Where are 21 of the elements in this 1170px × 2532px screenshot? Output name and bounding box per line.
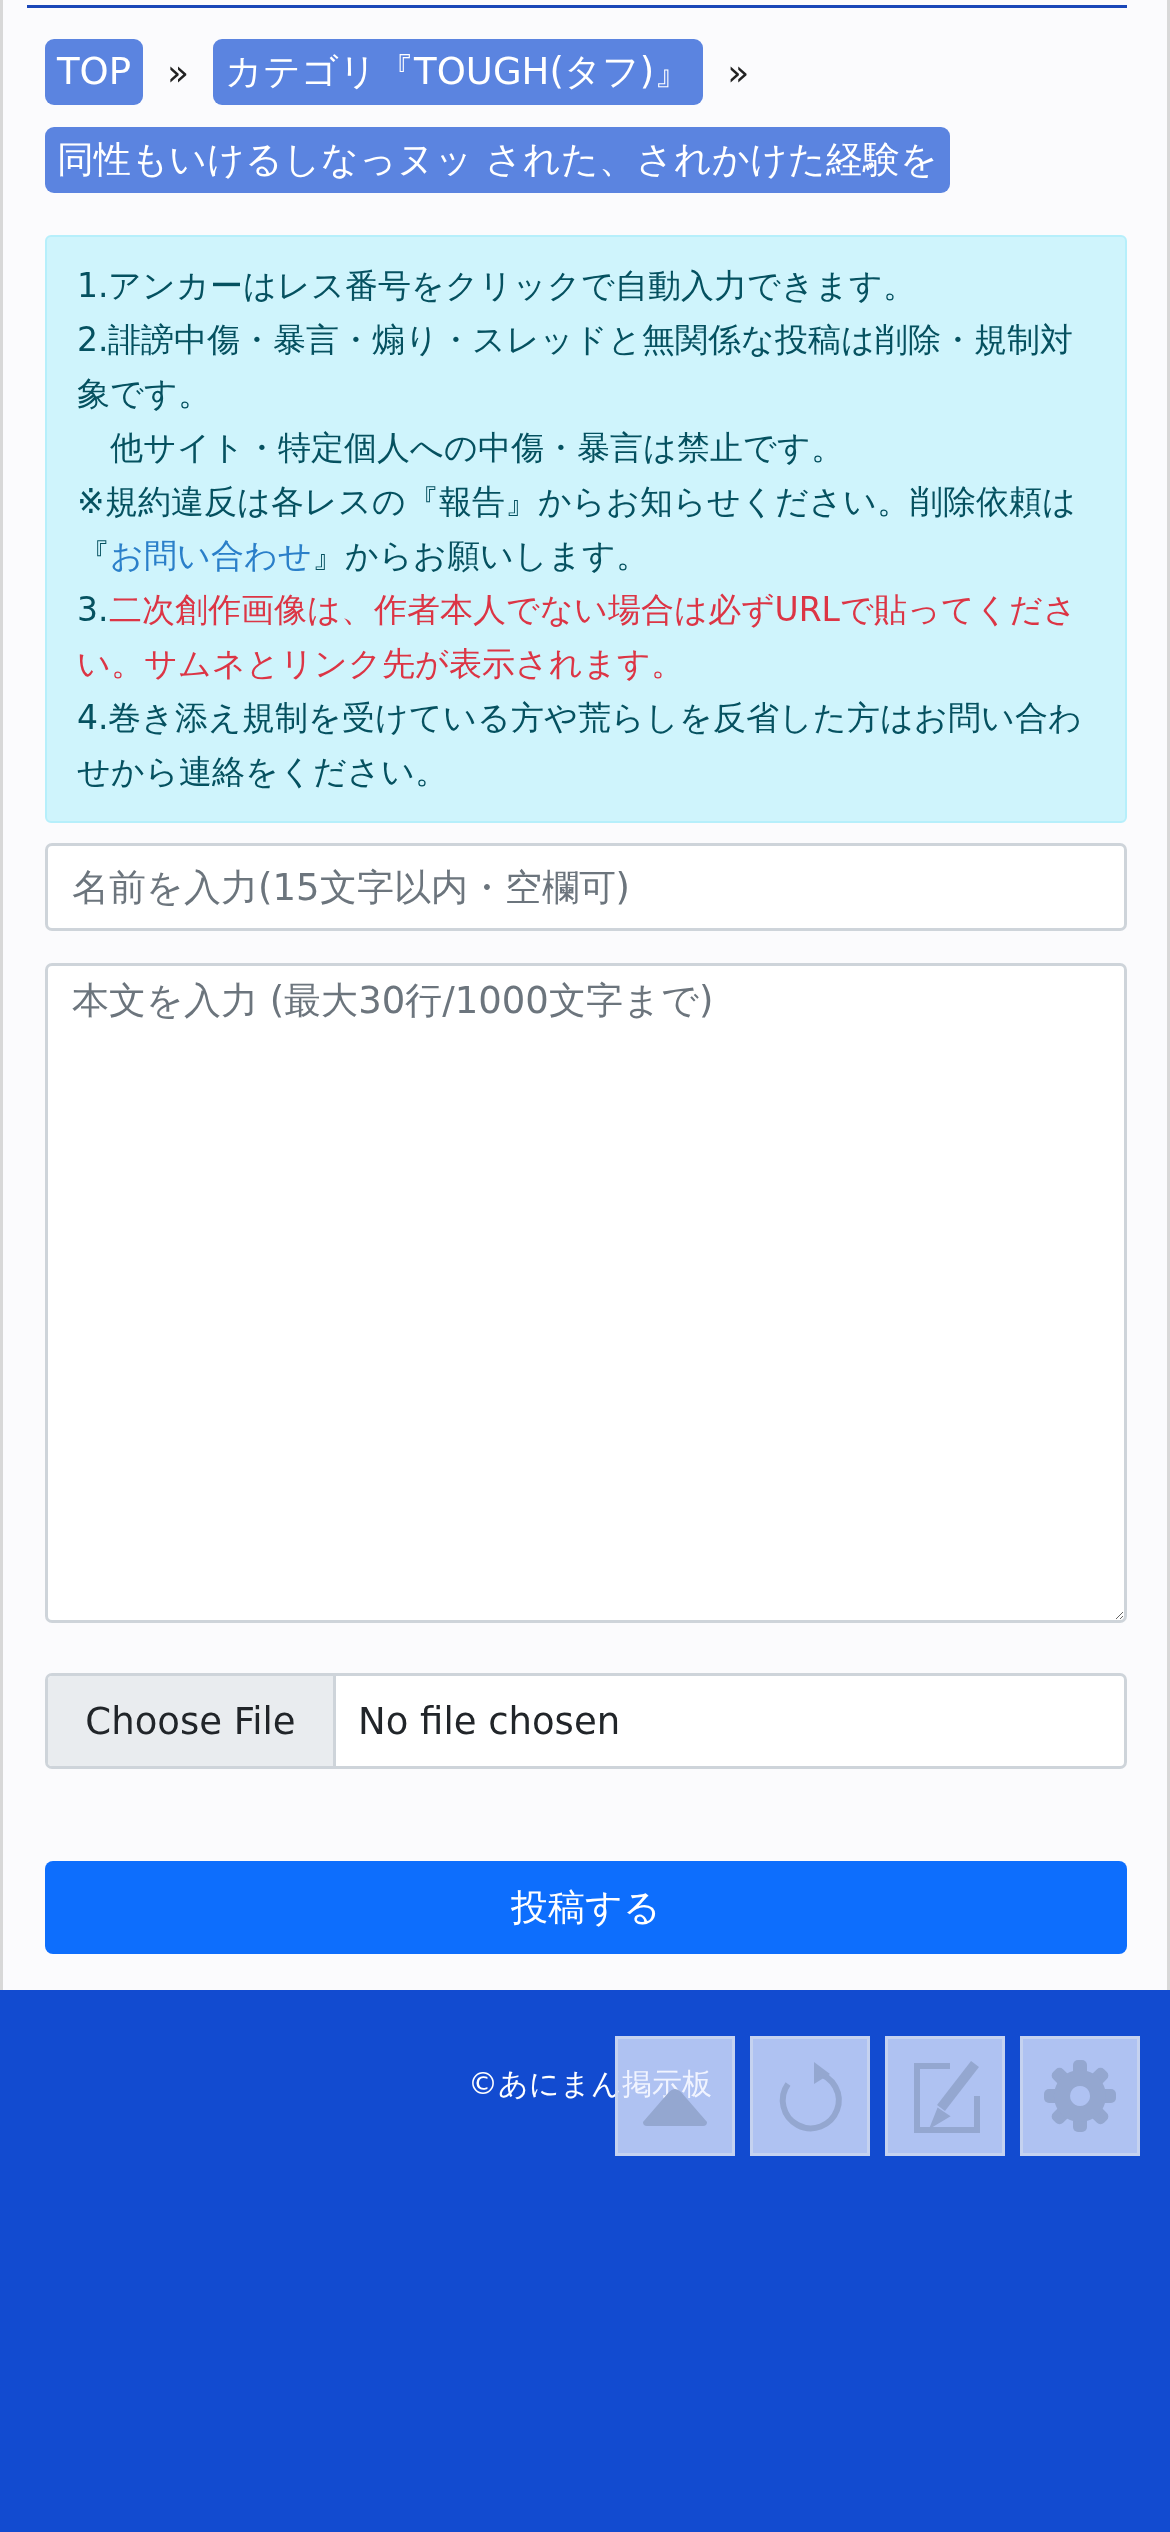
breadcrumb-separator: » xyxy=(726,51,751,93)
notice-text: ※規約違反は各レスの『報告』からお知らせください。削除依頼は『お問い合わせ』からお願いします。 xyxy=(77,481,1077,577)
notice-text: 3.二次創作画像は、作者本人でない場合は必ずURLで貼ってください。サムネとリンク先が表示されます。 xyxy=(77,589,1078,685)
contact-link[interactable]: お問い合わせ xyxy=(110,536,312,575)
edit-button[interactable] xyxy=(885,2036,1005,2156)
breadcrumb-link[interactable]: 同性もいけるしなっヌッ された、されかけた経験を xyxy=(45,127,950,193)
notice-text: 4.巻き添え規制を受けている方や荒らしを反省した方はお問い合わせから連絡をください。 xyxy=(77,697,1084,793)
notice-text: 1.アンカーはレス番号をクリックで自動入力できます。 xyxy=(77,265,918,307)
body-field[interactable]: 本文を入力 (最大30行/1000文字まで) xyxy=(45,963,1127,1623)
name-field[interactable]: 名前を入力(15文字以内・空欄可) xyxy=(45,843,1127,931)
breadcrumb-link[interactable]: カテゴリ『TOUGH(タフ)』 xyxy=(213,39,704,105)
file-status: No file chosen xyxy=(357,1699,621,1743)
reload-button[interactable] xyxy=(750,2036,870,2156)
file-field[interactable]: Choose File No file chosen xyxy=(45,1673,1127,1769)
breadcrumb-separator: » xyxy=(166,51,191,93)
settings-button[interactable] xyxy=(1020,2036,1140,2156)
breadcrumb-link[interactable]: TOP xyxy=(45,39,144,105)
submit-button[interactable]: 投稿する xyxy=(45,1861,1127,1954)
choose-file-button[interactable]: Choose File xyxy=(48,1676,336,1766)
notice-text: 2.誹謗中傷・暴言・煽り・スレッドと無関係な投稿は削除・規制対象です。 xyxy=(77,319,1075,415)
notice-text: 他サイト・特定個人への中傷・暴言は禁止です。 xyxy=(109,427,845,469)
